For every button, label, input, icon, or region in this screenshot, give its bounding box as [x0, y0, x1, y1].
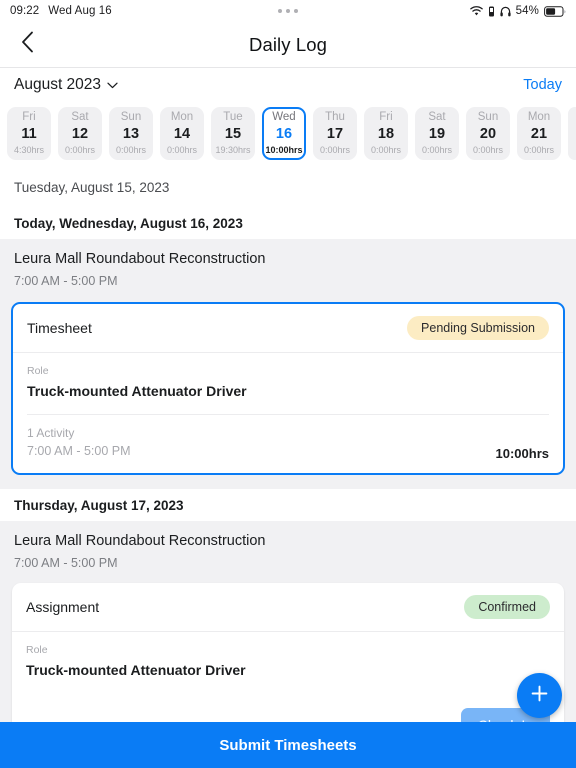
job-title: Leura Mall Roundabout Reconstruction	[14, 532, 266, 549]
date-chip-day: 13	[122, 126, 140, 143]
date-chip-dow: Fri	[22, 111, 36, 124]
role-value: Truck-mounted Attenuator Driver	[26, 662, 246, 679]
status-date: Wed Aug 16	[48, 5, 112, 17]
date-chip-hours: 0:00hrs	[421, 144, 453, 155]
date-chip-hours: 0:00hrs	[64, 144, 96, 155]
date-chip-day: 14	[173, 126, 191, 143]
assignment-card-header: Assignment Confirmed	[12, 583, 564, 633]
day-header-aug-15: Tuesday, August 15, 2023	[0, 169, 576, 207]
daily-log-list: Tuesday, August 15, 2023 Today, Wednesda…	[0, 169, 576, 768]
date-chip-hours: 10:00hrs	[265, 144, 303, 155]
month-label: August 2023	[14, 76, 102, 93]
date-chip-dow: Tue	[223, 111, 243, 124]
back-button[interactable]	[12, 30, 42, 60]
headphones-icon	[500, 6, 511, 17]
three-dots-icon[interactable]	[278, 9, 298, 13]
submit-timesheets-button[interactable]: Submit Timesheets	[0, 722, 576, 768]
timesheet-card-title: Timesheet	[27, 319, 92, 336]
timesheet-card-header: Timesheet Pending Submission	[13, 304, 563, 353]
status-time: 09:22	[10, 5, 40, 17]
date-chip-hours: 19:30hrs	[215, 144, 251, 155]
page-title: Daily Log	[248, 33, 328, 55]
job-time: 7:00 AM - 5:00 PM	[14, 555, 118, 570]
date-chip-day: 15	[224, 126, 242, 143]
date-chip-day: 12	[71, 126, 89, 143]
app-screen: 09:22 Wed Aug 16 54% Daily Log August 20…	[0, 0, 576, 768]
date-chip-day: 21	[530, 126, 548, 143]
status-badge: Confirmed	[464, 595, 550, 620]
battery-percent: 54%	[515, 5, 539, 17]
battery-icon	[544, 5, 566, 17]
day-header-aug-16: Today, Wednesday, August 16, 2023	[0, 207, 576, 239]
activity-time: 7:00 AM - 5:00 PM	[27, 443, 131, 458]
date-chip-dow: Fri	[379, 111, 393, 124]
date-chip-20[interactable]: Sun 20 0:00hrs	[466, 107, 510, 160]
today-button[interactable]: Today	[523, 77, 562, 93]
activity-count: 1 Activity	[27, 425, 75, 440]
date-chip-dow: Sat	[71, 111, 89, 124]
status-bar-left: 09:22 Wed Aug 16	[10, 5, 112, 17]
date-chip-hours: 0:00hrs	[319, 144, 351, 155]
plus-icon	[530, 684, 549, 708]
date-chip-hours: 0:00hrs	[115, 144, 147, 155]
timesheet-card[interactable]: Timesheet Pending Submission Role Truck-…	[11, 301, 565, 475]
day-header-aug-17: Thursday, August 17, 2023	[0, 488, 576, 521]
wifi-icon	[469, 5, 483, 17]
date-chip-hours: 0:00hrs	[370, 144, 402, 155]
status-bar-right: 54%	[469, 5, 566, 17]
date-chip-dow: Sat	[428, 111, 446, 124]
signal-icon	[488, 6, 495, 17]
date-chip-dow: Mon	[170, 111, 194, 124]
date-chip-16[interactable]: Wed 16 10:00hrs	[262, 107, 306, 160]
date-strip[interactable]: Fri 11 4:30hrs Sat 12 0:00hrs Sun 13 0:00hrs Mon 1…	[0, 102, 576, 169]
date-chip-partial[interactable]	[568, 107, 576, 160]
date-chip-21[interactable]: Mon 21 0:00hrs	[517, 107, 561, 160]
role-label: Role	[26, 644, 48, 657]
chevron-left-icon	[21, 31, 34, 58]
date-chip-dow: Mon	[527, 111, 551, 124]
date-chip-day: 11	[21, 126, 37, 143]
date-chip-17[interactable]: Thu 17 0:00hrs	[313, 107, 357, 160]
job-title: Leura Mall Roundabout Reconstruction	[14, 251, 266, 267]
date-chip-13[interactable]: Sun 13 0:00hrs	[109, 107, 153, 160]
month-row: August 2023 Today	[0, 68, 576, 102]
date-chip-day: 19	[428, 126, 446, 143]
activity-hours: 10:00hrs	[495, 445, 549, 461]
date-chip-day: 18	[377, 126, 395, 143]
date-chip-day: 16	[275, 126, 293, 143]
date-chip-dow: Sun	[120, 111, 142, 124]
timesheet-activity-row: 1 Activity 7:00 AM - 5:00 PM 10:00hrs	[13, 415, 563, 473]
date-chip-hours: 0:00hrs	[523, 144, 555, 155]
add-button[interactable]	[517, 673, 562, 718]
role-value: Truck-mounted Attenuator Driver	[27, 382, 247, 399]
date-chip-18[interactable]: Fri 18 0:00hrs	[364, 107, 408, 160]
assignment-role-section: Role Truck-mounted Attenuator Driver	[12, 632, 564, 693]
date-chip-day: 20	[479, 126, 497, 143]
date-chip-dow: Thu	[325, 111, 345, 124]
assignment-card-title: Assignment	[26, 599, 100, 616]
role-label: Role	[27, 364, 49, 377]
date-chip-day: 17	[326, 126, 344, 143]
date-chip-15[interactable]: Tue 15 19:30hrs	[211, 107, 255, 160]
day-block-aug-16: Leura Mall Roundabout Reconstruction 7:0…	[0, 239, 576, 475]
date-chip-11[interactable]: Fri 11 4:30hrs	[7, 107, 51, 160]
date-chip-12[interactable]: Sat 12 0:00hrs	[58, 107, 102, 160]
chevron-down-icon	[107, 76, 118, 94]
date-chip-dow: Sun	[477, 111, 499, 124]
job-time: 7:00 AM - 5:00 PM	[14, 274, 118, 289]
day-block-aug-17: Leura Mall Roundabout Reconstruction 7:0…	[0, 520, 576, 756]
date-chip-hours: 4:30hrs	[13, 144, 45, 155]
activity-info: 1 Activity 7:00 AM - 5:00 PM	[27, 424, 131, 461]
status-badge: Pending Submission	[407, 315, 549, 340]
timesheet-role-section: Role Truck-mounted Attenuator Driver	[13, 353, 563, 414]
date-chip-19[interactable]: Sat 19 0:00hrs	[415, 107, 459, 160]
date-chip-hours: 0:00hrs	[472, 144, 504, 155]
date-chip-dow: Wed	[272, 111, 296, 124]
status-bar: 09:22 Wed Aug 16 54%	[0, 0, 576, 22]
month-selector[interactable]: August 2023	[14, 76, 118, 94]
date-chip-14[interactable]: Mon 14 0:00hrs	[160, 107, 204, 160]
nav-bar: Daily Log	[0, 22, 576, 68]
date-chip-hours: 0:00hrs	[166, 144, 198, 155]
